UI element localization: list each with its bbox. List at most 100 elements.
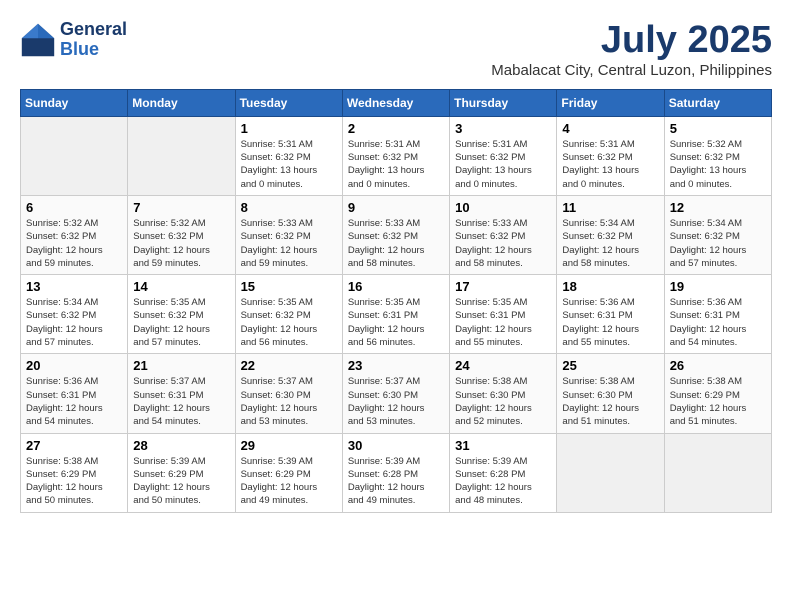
calendar-cell: 25 Sunrise: 5:38 AM Sunset: 6:30 PM Dayli… — [557, 354, 664, 433]
day-info: Sunrise: 5:39 AM Sunset: 6:28 PM Dayligh… — [455, 455, 551, 508]
day-info: Sunrise: 5:35 AM Sunset: 6:31 PM Dayligh… — [455, 296, 551, 349]
calendar-cell — [664, 433, 771, 512]
day-info: Sunrise: 5:32 AM Sunset: 6:32 PM Dayligh… — [133, 217, 229, 270]
calendar-cell: 18 Sunrise: 5:36 AM Sunset: 6:31 PM Dayli… — [557, 275, 664, 354]
day-number: 5 — [670, 121, 766, 136]
calendar-week-row: 27 Sunrise: 5:38 AM Sunset: 6:29 PM Dayli… — [21, 433, 772, 512]
calendar-cell: 7 Sunrise: 5:32 AM Sunset: 6:32 PM Daylig… — [128, 195, 235, 274]
day-info: Sunrise: 5:38 AM Sunset: 6:29 PM Dayligh… — [670, 375, 766, 428]
calendar-cell: 19 Sunrise: 5:36 AM Sunset: 6:31 PM Dayli… — [664, 275, 771, 354]
page-header: General Blue July 2025 Mabalacat City, C… — [20, 20, 772, 79]
day-number: 8 — [241, 200, 337, 215]
calendar-cell — [128, 116, 235, 195]
day-info: Sunrise: 5:38 AM Sunset: 6:29 PM Dayligh… — [26, 455, 122, 508]
day-number: 28 — [133, 438, 229, 453]
day-info: Sunrise: 5:35 AM Sunset: 6:32 PM Dayligh… — [241, 296, 337, 349]
day-number: 14 — [133, 279, 229, 294]
calendar-cell: 11 Sunrise: 5:34 AM Sunset: 6:32 PM Dayli… — [557, 195, 664, 274]
day-info: Sunrise: 5:37 AM Sunset: 6:30 PM Dayligh… — [348, 375, 444, 428]
day-number: 25 — [562, 358, 658, 373]
calendar-cell: 30Sunrise: 5:39 AM Sunset: 6:28 PM Dayli… — [342, 433, 449, 512]
day-number: 1 — [241, 121, 337, 136]
day-info: Sunrise: 5:36 AM Sunset: 6:31 PM Dayligh… — [670, 296, 766, 349]
title-block: July 2025 Mabalacat City, Central Luzon,… — [491, 20, 772, 79]
calendar-cell: 23Sunrise: 5:37 AM Sunset: 6:30 PM Dayli… — [342, 354, 449, 433]
weekday-header: Sunday — [21, 89, 128, 116]
day-info: Sunrise: 5:38 AM Sunset: 6:30 PM Dayligh… — [455, 375, 551, 428]
calendar-cell: 16Sunrise: 5:35 AM Sunset: 6:31 PM Dayli… — [342, 275, 449, 354]
calendar-week-row: 13 Sunrise: 5:34 AM Sunset: 6:32 PM Dayli… — [21, 275, 772, 354]
calendar-cell: 1 Sunrise: 5:31 AM Sunset: 6:32 PM Daylig… — [235, 116, 342, 195]
day-info: Sunrise: 5:37 AM Sunset: 6:30 PM Dayligh… — [241, 375, 337, 428]
day-number: 19 — [670, 279, 766, 294]
day-info: Sunrise: 5:33 AM Sunset: 6:32 PM Dayligh… — [455, 217, 551, 270]
calendar-cell: 14 Sunrise: 5:35 AM Sunset: 6:32 PM Dayli… — [128, 275, 235, 354]
calendar-cell: 12 Sunrise: 5:34 AM Sunset: 6:32 PM Dayli… — [664, 195, 771, 274]
day-number: 27 — [26, 438, 122, 453]
day-info: Sunrise: 5:33 AM Sunset: 6:32 PM Dayligh… — [241, 217, 337, 270]
calendar-week-row: 1 Sunrise: 5:31 AM Sunset: 6:32 PM Daylig… — [21, 116, 772, 195]
calendar-cell: 26 Sunrise: 5:38 AM Sunset: 6:29 PM Dayli… — [664, 354, 771, 433]
calendar-cell: 29 Sunrise: 5:39 AM Sunset: 6:29 PM Dayli… — [235, 433, 342, 512]
day-info: Sunrise: 5:35 AM Sunset: 6:31 PM Dayligh… — [348, 296, 444, 349]
weekday-header: Thursday — [450, 89, 557, 116]
calendar-header-row: SundayMondayTuesdayWednesdayThursdayFrid… — [21, 89, 772, 116]
calendar-table: SundayMondayTuesdayWednesdayThursdayFrid… — [20, 89, 772, 513]
calendar-cell: 8 Sunrise: 5:33 AM Sunset: 6:32 PM Daylig… — [235, 195, 342, 274]
calendar-week-row: 6 Sunrise: 5:32 AM Sunset: 6:32 PM Daylig… — [21, 195, 772, 274]
day-info: Sunrise: 5:31 AM Sunset: 6:32 PM Dayligh… — [241, 138, 337, 191]
day-number: 31 — [455, 438, 551, 453]
day-info: Sunrise: 5:38 AM Sunset: 6:30 PM Dayligh… — [562, 375, 658, 428]
day-info: Sunrise: 5:36 AM Sunset: 6:31 PM Dayligh… — [562, 296, 658, 349]
month-title: July 2025 — [491, 20, 772, 62]
day-number: 26 — [670, 358, 766, 373]
calendar-cell — [21, 116, 128, 195]
day-number: 29 — [241, 438, 337, 453]
day-info: Sunrise: 5:34 AM Sunset: 6:32 PM Dayligh… — [670, 217, 766, 270]
logo: General Blue — [20, 20, 127, 60]
day-number: 7 — [133, 200, 229, 215]
calendar-cell: 9 Sunrise: 5:33 AM Sunset: 6:32 PM Daylig… — [342, 195, 449, 274]
day-number: 9 — [348, 200, 444, 215]
day-number: 24 — [455, 358, 551, 373]
day-info: Sunrise: 5:34 AM Sunset: 6:32 PM Dayligh… — [562, 217, 658, 270]
day-info: Sunrise: 5:32 AM Sunset: 6:32 PM Dayligh… — [670, 138, 766, 191]
calendar-cell: 10Sunrise: 5:33 AM Sunset: 6:32 PM Dayli… — [450, 195, 557, 274]
calendar-week-row: 20 Sunrise: 5:36 AM Sunset: 6:31 PM Dayli… — [21, 354, 772, 433]
day-info: Sunrise: 5:34 AM Sunset: 6:32 PM Dayligh… — [26, 296, 122, 349]
day-info: Sunrise: 5:31 AM Sunset: 6:32 PM Dayligh… — [455, 138, 551, 191]
day-number: 2 — [348, 121, 444, 136]
day-number: 6 — [26, 200, 122, 215]
day-info: Sunrise: 5:39 AM Sunset: 6:29 PM Dayligh… — [133, 455, 229, 508]
calendar-cell: 3Sunrise: 5:31 AM Sunset: 6:32 PM Daylig… — [450, 116, 557, 195]
day-number: 11 — [562, 200, 658, 215]
calendar-cell: 21 Sunrise: 5:37 AM Sunset: 6:31 PM Dayli… — [128, 354, 235, 433]
weekday-header: Monday — [128, 89, 235, 116]
day-number: 18 — [562, 279, 658, 294]
calendar-cell: 6 Sunrise: 5:32 AM Sunset: 6:32 PM Daylig… — [21, 195, 128, 274]
day-info: Sunrise: 5:31 AM Sunset: 6:32 PM Dayligh… — [348, 138, 444, 191]
day-info: Sunrise: 5:32 AM Sunset: 6:32 PM Dayligh… — [26, 217, 122, 270]
day-info: Sunrise: 5:33 AM Sunset: 6:32 PM Dayligh… — [348, 217, 444, 270]
calendar-cell: 22Sunrise: 5:37 AM Sunset: 6:30 PM Dayli… — [235, 354, 342, 433]
day-number: 15 — [241, 279, 337, 294]
day-info: Sunrise: 5:39 AM Sunset: 6:29 PM Dayligh… — [241, 455, 337, 508]
day-number: 12 — [670, 200, 766, 215]
calendar-cell: 27 Sunrise: 5:38 AM Sunset: 6:29 PM Dayli… — [21, 433, 128, 512]
weekday-header: Tuesday — [235, 89, 342, 116]
day-number: 13 — [26, 279, 122, 294]
day-info: Sunrise: 5:37 AM Sunset: 6:31 PM Dayligh… — [133, 375, 229, 428]
calendar-cell: 5 Sunrise: 5:32 AM Sunset: 6:32 PM Daylig… — [664, 116, 771, 195]
calendar-cell: 31 Sunrise: 5:39 AM Sunset: 6:28 PM Dayli… — [450, 433, 557, 512]
calendar-cell — [557, 433, 664, 512]
day-number: 21 — [133, 358, 229, 373]
day-info: Sunrise: 5:36 AM Sunset: 6:31 PM Dayligh… — [26, 375, 122, 428]
weekday-header: Saturday — [664, 89, 771, 116]
day-number: 20 — [26, 358, 122, 373]
calendar-cell: 28 Sunrise: 5:39 AM Sunset: 6:29 PM Dayli… — [128, 433, 235, 512]
calendar-cell: 4Sunrise: 5:31 AM Sunset: 6:32 PM Daylig… — [557, 116, 664, 195]
day-number: 17 — [455, 279, 551, 294]
day-info: Sunrise: 5:35 AM Sunset: 6:32 PM Dayligh… — [133, 296, 229, 349]
location-subtitle: Mabalacat City, Central Luzon, Philippin… — [491, 62, 772, 79]
calendar-cell: 20 Sunrise: 5:36 AM Sunset: 6:31 PM Dayli… — [21, 354, 128, 433]
